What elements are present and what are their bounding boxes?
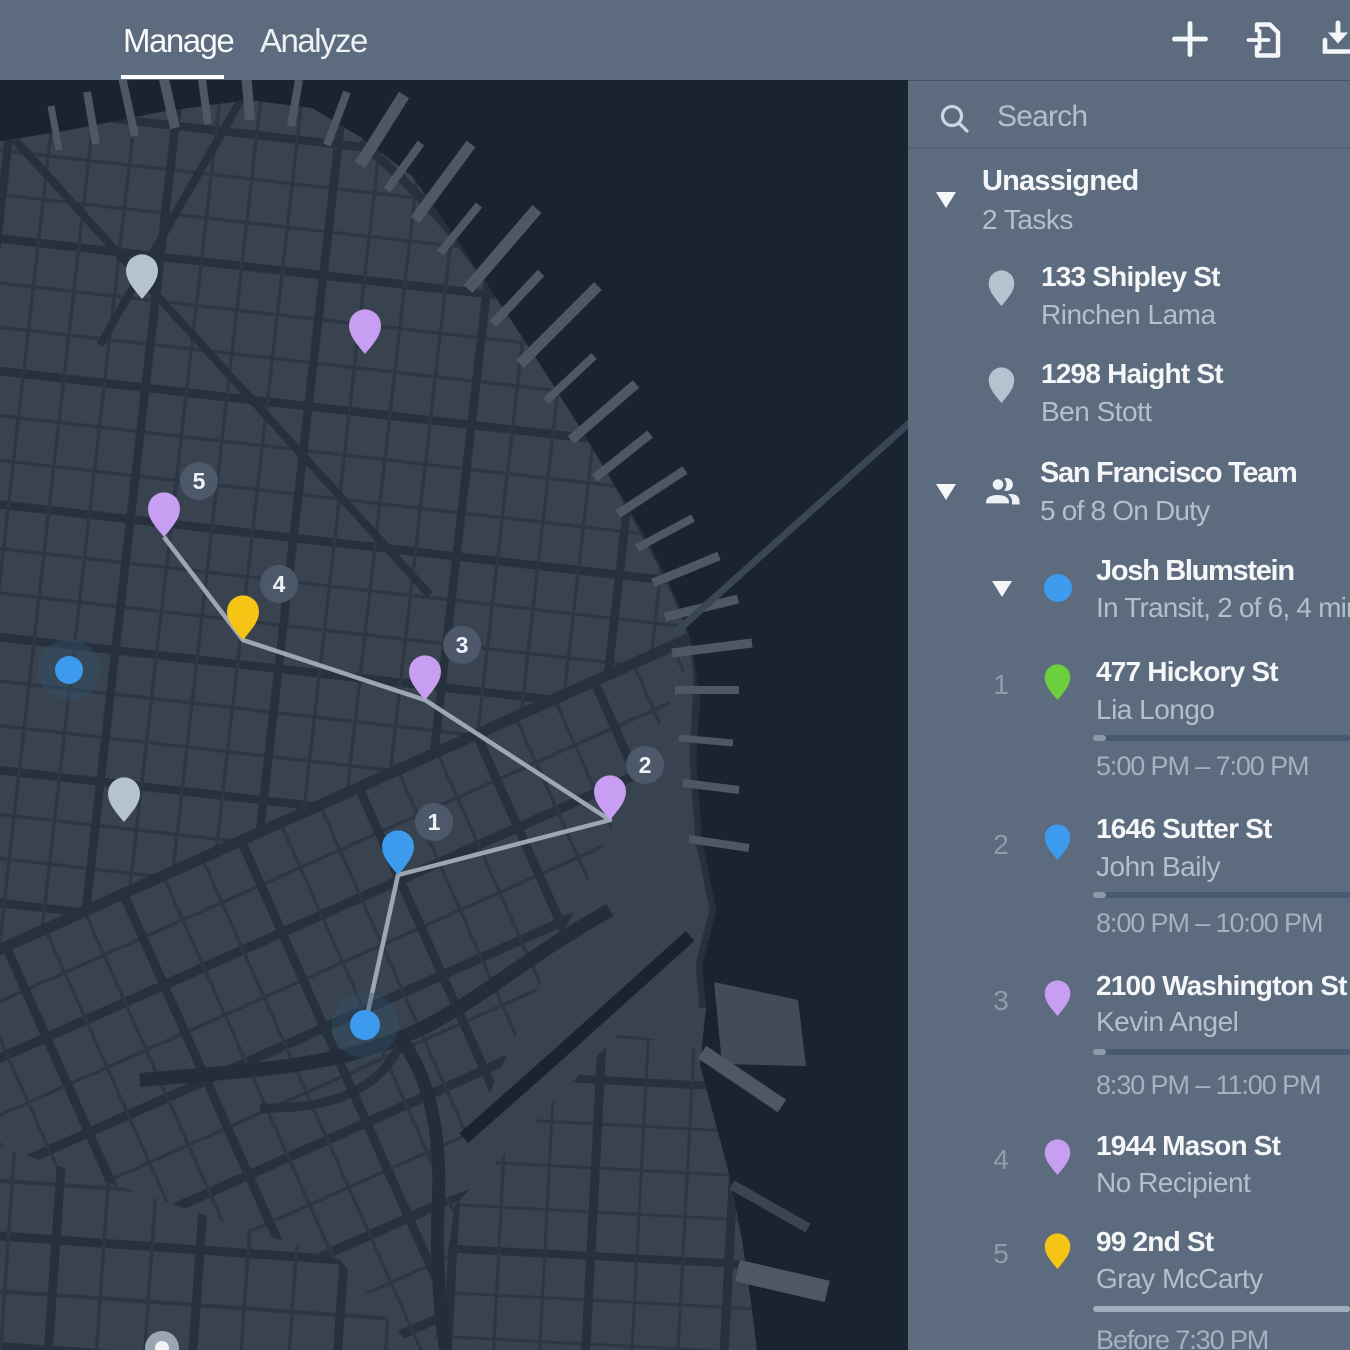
svg-text:3: 3 — [456, 632, 469, 658]
svg-text:2: 2 — [639, 752, 652, 778]
svg-text:4: 4 — [273, 571, 286, 597]
svg-text:1: 1 — [428, 809, 441, 835]
svg-text:5: 5 — [193, 468, 206, 494]
